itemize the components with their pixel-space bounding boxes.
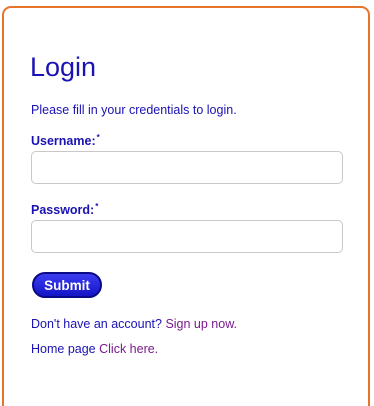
home-link[interactable]: Click here. [99, 342, 158, 356]
login-instructions: Please fill in your credentials to login… [31, 103, 237, 117]
page-title: Login [30, 52, 97, 82]
password-input[interactable] [31, 220, 343, 253]
submit-button[interactable]: Submit [32, 272, 102, 298]
password-label-text: Password: [31, 203, 95, 218]
required-marker: * [96, 133, 100, 142]
username-label: Username:* [31, 133, 100, 148]
signup-line: Don't have an account? Sign up now. [31, 317, 237, 331]
home-prompt: Home page [31, 342, 96, 356]
home-line: Home page Click here. [31, 342, 158, 356]
username-input[interactable] [31, 151, 343, 184]
signup-link[interactable]: Sign up now. [165, 317, 237, 331]
username-label-text: Username: [31, 134, 96, 149]
password-label: Password:* [31, 202, 98, 217]
required-marker: * [95, 202, 99, 211]
signup-prompt: Don't have an account? [31, 317, 162, 331]
